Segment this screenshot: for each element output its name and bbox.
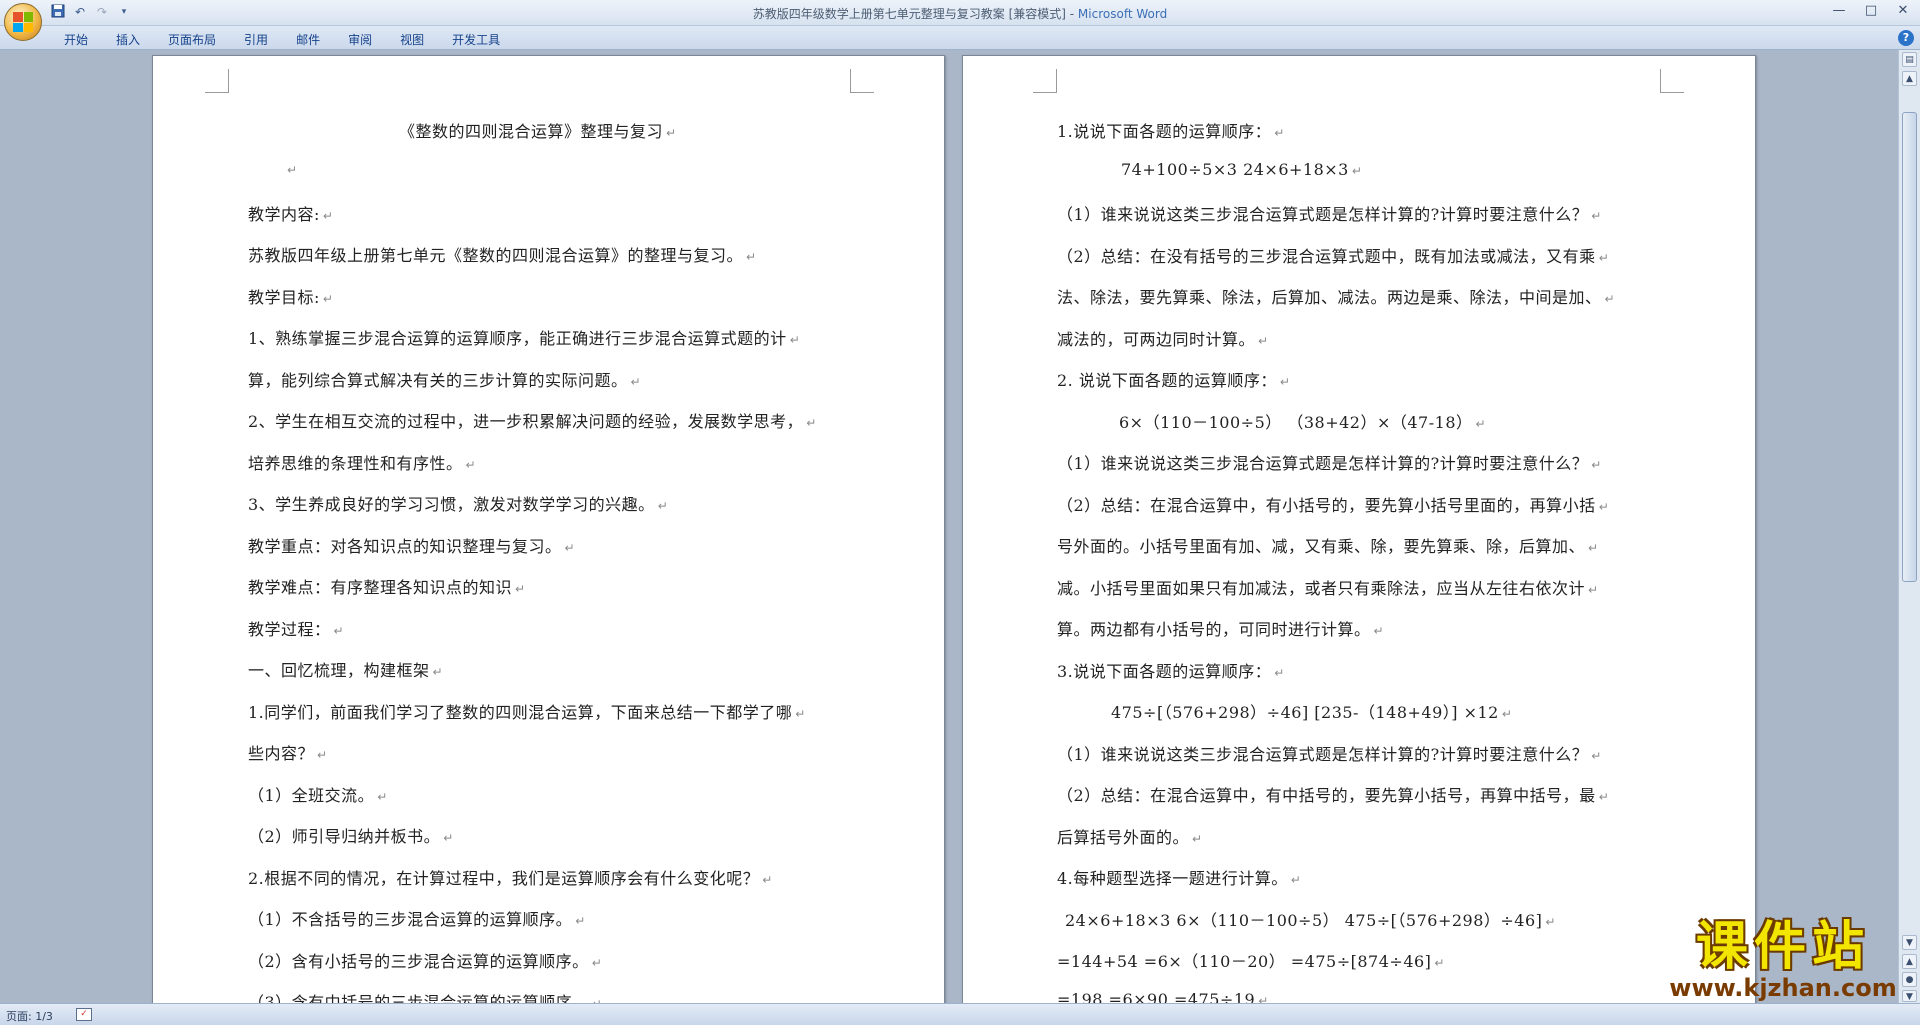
crop-mark — [1660, 69, 1684, 93]
tab-review[interactable]: 审阅 — [334, 29, 386, 50]
document-line: （2）总结：在混合运算中，有中括号的，要先算小括号，再算中括号，最 ↵ — [1057, 786, 1610, 805]
vertical-scrollbar[interactable]: ▤ ▲ ▼ ▲ ● ▼ — [1898, 50, 1920, 1003]
document-line: 2、学生在相互交流的过程中，进一步积累解决问题的经验，发展数学思考， ↵ — [248, 412, 817, 431]
app-name: Microsoft Word — [1077, 7, 1168, 21]
document-line: 法、除法，要先算乘、除法，后算加、减法。两边是乘、除法，中间是加、 ↵ — [1057, 288, 1616, 307]
tab-home[interactable]: 开始 — [50, 29, 102, 50]
document-line: 1、熟练掌握三步混合运算的运算顺序，能正确进行三步混合运算式题的计 ↵ — [248, 329, 801, 348]
document-line: 教学难点：有序整理各知识点的知识 ↵ — [248, 578, 526, 597]
document-line: 些内容？ ↵ — [248, 744, 328, 763]
document-line: （2）总结：在没有括号的三步混合运算式题中，既有加法或减法，又有乘 ↵ — [1057, 246, 1610, 266]
document-line: 3.说说下面各题的运算顺序： ↵ — [1057, 661, 1285, 681]
document-line: （1）谁来说说这类三步混合运算式题是怎样计算的?计算时要注意什么？ ↵ — [1057, 454, 1602, 473]
document-line: （1）全班交流。 ↵ — [248, 785, 388, 805]
document-line: 减法的，可两边同时计算。 ↵ — [1057, 329, 1269, 349]
tab-view[interactable]: 视图 — [386, 29, 438, 50]
document-line: 2. 说说下面各题的运算顺序： ↵ — [1057, 371, 1291, 390]
close-button[interactable]: ✕ — [1892, 2, 1914, 20]
document-line: =144+54 =6×（110－20） =475÷[874÷46] ↵ — [1057, 952, 1445, 971]
document-line: 教学重点：对各知识点的知识整理与复习。 ↵ — [248, 536, 576, 556]
document-line: 减。小括号里面如果只有加减法，或者只有乘除法，应当从左往右依次计 ↵ — [1057, 578, 1599, 598]
crop-mark — [1033, 69, 1057, 93]
tab-developer[interactable]: 开发工具 — [438, 29, 514, 50]
page-indicator[interactable]: 页面: 1/3 — [6, 1008, 53, 1024]
watermark-logo: 课件站 www.kjzhan.com — [1668, 916, 1898, 1002]
document-line: 号外面的。小括号里面有加、减，又有乘、除，要先算乘、除，后算加、 ↵ — [1057, 537, 1599, 556]
ruler-toggle-icon[interactable]: ▤ — [1902, 52, 1917, 67]
document-line: 教学内容: ↵ — [248, 204, 334, 224]
document-line: 6×（110－100÷5） （38+42）×（47-18） ↵ — [1119, 412, 1487, 432]
status-bar: 页面: 1/3 ✓ — [0, 1003, 1920, 1025]
document-line: 教学目标: ↵ — [248, 287, 334, 307]
document-line: 3、学生养成良好的学习习惯，激发对数学学习的兴趣。 ↵ — [248, 495, 669, 514]
tab-mailings[interactable]: 邮件 — [282, 29, 334, 50]
document-line: （2）总结：在混合运算中，有小括号的，要先算小括号里面的，再算小括 ↵ — [1057, 495, 1610, 515]
document-area[interactable]: 《整数的四则混合运算》整理与复习 ↵ ↵ 教学内容: ↵ 苏教版四年级上册第七单元《整数… — [0, 50, 1898, 1003]
document-line: （2）含有小括号的三步混合运算的运算顺序。 ↵ — [248, 951, 603, 971]
document-line: 后算括号外面的。 ↵ — [1057, 827, 1203, 847]
document-line: 1.说说下面各题的运算顺序： ↵ — [1057, 122, 1285, 141]
document-page-left[interactable]: 《整数的四则混合运算》整理与复习 ↵ ↵ 教学内容: ↵ 苏教版四年级上册第七单元《整数… — [152, 55, 945, 1003]
scroll-up-icon[interactable]: ▲ — [1902, 71, 1917, 86]
watermark-url: www.kjzhan.com — [1669, 974, 1897, 1002]
title-bar: ↶ ↷ ▾ 苏教版四年级数学上册第七单元整理与复习教案 [兼容模式] - Mic… — [0, 0, 1920, 41]
document-line: =198 =6×90 =475÷19 ↵ — [1057, 989, 1269, 1004]
document-line: （1）不含括号的三步混合运算的运算顺序。 ↵ — [248, 910, 586, 929]
tab-references[interactable]: 引用 — [230, 29, 282, 50]
help-icon[interactable]: ? — [1898, 30, 1914, 46]
restore-button[interactable]: □ — [1860, 2, 1882, 20]
document-line: 培养思维的条理性和有序性。 ↵ — [248, 453, 477, 473]
tab-insert[interactable]: 插入 — [102, 29, 154, 50]
document-line: 1.同学们，前面我们学习了整数的四则混合运算，下面来总结一下都学了哪 ↵ — [248, 702, 806, 722]
tab-page-layout[interactable]: 页面布局 — [154, 29, 230, 50]
browse-object-icon[interactable]: ● — [1902, 972, 1917, 987]
document-line: 475÷[（576+298）÷46] [235-（148+49）] ×12 ↵ — [1111, 703, 1513, 722]
crop-mark — [850, 69, 874, 93]
document-line: 24×6+18×3 6×（110－100÷5） 475÷[（576+298）÷4… — [1065, 910, 1556, 930]
proofing-icon[interactable]: ✓ — [76, 1008, 92, 1021]
minimize-button[interactable]: — — [1828, 2, 1850, 20]
document-line: 74+100÷5×3 24×6+18×3 ↵ — [1121, 159, 1363, 179]
document-line: （1）谁来说说这类三步混合运算式题是怎样计算的?计算时要注意什么？ ↵ — [1057, 744, 1602, 764]
document-line: （2）师引导归纳并板书。 ↵ — [248, 827, 454, 846]
office-logo-icon — [13, 12, 33, 32]
crop-mark — [205, 69, 229, 93]
previous-page-icon[interactable]: ▲ — [1902, 954, 1917, 969]
document-title: 《整数的四则混合运算》整理与复习 ↵ — [399, 122, 677, 141]
window-title: 苏教版四年级数学上册第七单元整理与复习教案 [兼容模式] - Microsoft… — [0, 5, 1920, 22]
ribbon-tabs: 开始 插入 页面布局 引用 邮件 审阅 视图 开发工具 ? — [0, 26, 1920, 50]
document-line: 一、回忆梳理，构建框架 ↵ — [248, 661, 444, 680]
document-line: 4.每种题型选择一题进行计算。 ↵ — [1057, 869, 1302, 888]
office-button[interactable] — [4, 3, 42, 41]
scroll-down-icon[interactable]: ▼ — [1902, 935, 1917, 950]
document-line: 教学过程： ↵ — [248, 619, 345, 639]
watermark-title: 课件站 — [1695, 916, 1870, 977]
window-controls: — □ ✕ — [1828, 2, 1914, 20]
document-title: 苏教版四年级数学上册第七单元整理与复习教案 [兼容模式] - — [752, 7, 1078, 21]
document-line: （3）含有中括号的三步混合运算的运算顺序。↵ — [248, 993, 602, 1003]
document-line: 苏教版四年级上册第七单元《整数的四则混合运算》的整理与复习。 ↵ — [248, 246, 757, 265]
document-line: 算。两边都有小括号的，可同时进行计算。 ↵ — [1057, 620, 1385, 639]
next-page-icon[interactable]: ▼ — [1902, 990, 1917, 1002]
document-page-right[interactable]: 1.说说下面各题的运算顺序： ↵ 74+100÷5×3 24×6+18×3 ↵ （1）谁… — [962, 55, 1756, 1003]
document-line: （1）谁来说说这类三步混合运算式题是怎样计算的?计算时要注意什么？ ↵ — [1057, 205, 1602, 224]
document-line: ↵ — [287, 163, 298, 177]
document-line: 算，能列综合算式解决有关的三步计算的实际问题。 ↵ — [248, 370, 642, 390]
document-line: 2.根据不同的情况，在计算过程中，我们是运算顺序会有什么变化呢？ ↵ — [248, 868, 773, 888]
scroll-thumb[interactable] — [1902, 112, 1917, 582]
